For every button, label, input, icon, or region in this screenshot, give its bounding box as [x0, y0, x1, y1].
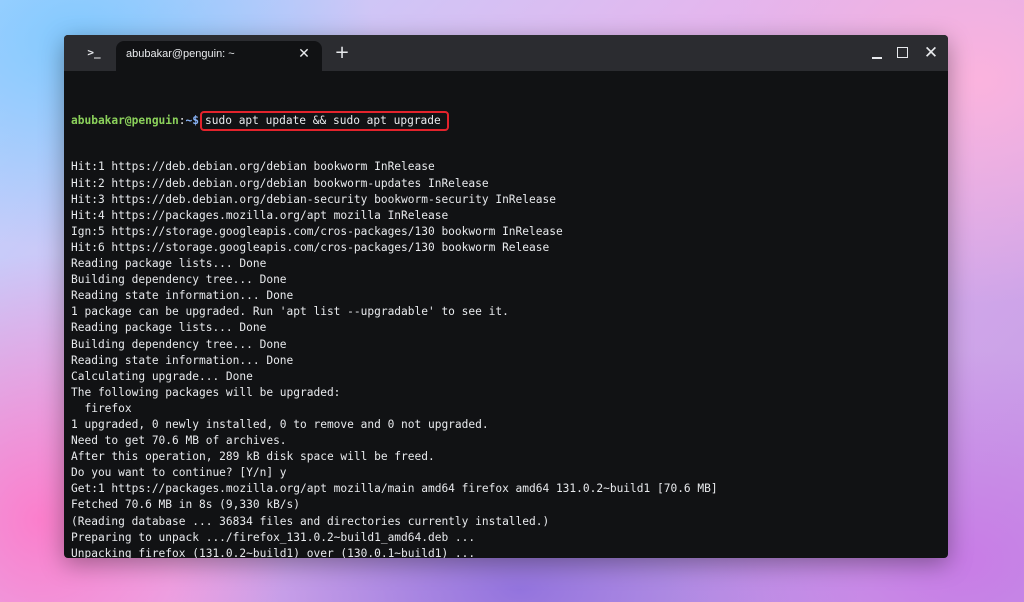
output-line: firefox: [71, 401, 132, 415]
minimize-button[interactable]: [867, 43, 887, 63]
output-line: Need to get 70.6 MB of archives.: [71, 434, 287, 448]
output-line: Hit:4 https://packages.mozilla.org/apt m…: [71, 208, 449, 222]
output-line: Get:1 https://packages.mozilla.org/apt m…: [71, 482, 718, 496]
prompt-user-host: abubakar@penguin: [71, 114, 179, 128]
output-lines: Hit:1 https://deb.debian.org/debian book…: [71, 159, 941, 558]
output-line: Unpacking firefox (131.0.2~build1) over …: [71, 546, 476, 558]
prompt-path: ~$: [185, 114, 200, 128]
output-line: Ign:5 https://storage.googleapis.com/cro…: [71, 224, 563, 238]
command-text: sudo apt update && sudo apt upgrade: [205, 114, 441, 128]
close-window-button[interactable]: ✕: [921, 43, 941, 63]
command-highlight: sudo apt update && sudo apt upgrade: [200, 111, 449, 132]
output-line: Fetched 70.6 MB in 8s (9,330 kB/s): [71, 498, 301, 512]
output-line: Reading package lists... Done: [71, 257, 267, 271]
output-line: Building dependency tree... Done: [71, 337, 287, 351]
output-line: Hit:3 https://deb.debian.org/debian-secu…: [71, 192, 556, 206]
prompt-line: abubakar@penguin:~$ sudo apt update && su…: [71, 111, 941, 132]
output-line: Reading state information... Done: [71, 289, 294, 303]
output-line: (Reading database ... 36834 files and di…: [71, 514, 550, 528]
close-icon[interactable]: ✕: [296, 46, 312, 62]
terminal-window: >_ abubakar@penguin: ~ ✕ + ✕ abubakar@pe…: [64, 35, 948, 558]
plus-icon[interactable]: +: [332, 43, 352, 63]
output-line: Reading state information... Done: [71, 353, 294, 367]
title-bar: >_ abubakar@penguin: ~ ✕ + ✕: [64, 35, 948, 71]
output-line: The following packages will be upgraded:: [71, 385, 341, 399]
output-line: Building dependency tree... Done: [71, 273, 287, 287]
terminal-icon[interactable]: >_: [84, 43, 104, 63]
output-line: Do you want to continue? [Y/n] y: [71, 466, 287, 480]
output-line: 1 upgraded, 0 newly installed, 0 to remo…: [71, 417, 489, 431]
output-line: Hit:6 https://storage.googleapis.com/cro…: [71, 240, 550, 254]
terminal-output[interactable]: abubakar@penguin:~$ sudo apt update && su…: [64, 71, 948, 558]
maximize-button[interactable]: [893, 43, 913, 63]
output-line: After this operation, 289 kB disk space …: [71, 450, 435, 464]
prompt-separator: :: [178, 114, 186, 128]
tab-terminal[interactable]: abubakar@penguin: ~ ✕: [116, 41, 322, 71]
output-line: Preparing to unpack .../firefox_131.0.2~…: [71, 530, 476, 544]
tab-title: abubakar@penguin: ~: [126, 48, 235, 60]
output-line: Hit:1 https://deb.debian.org/debian book…: [71, 160, 435, 174]
output-line: Hit:2 https://deb.debian.org/debian book…: [71, 176, 489, 190]
output-line: Calculating upgrade... Done: [71, 369, 253, 383]
output-line: Reading package lists... Done: [71, 321, 267, 335]
output-line: 1 package can be upgraded. Run 'apt list…: [71, 305, 509, 319]
